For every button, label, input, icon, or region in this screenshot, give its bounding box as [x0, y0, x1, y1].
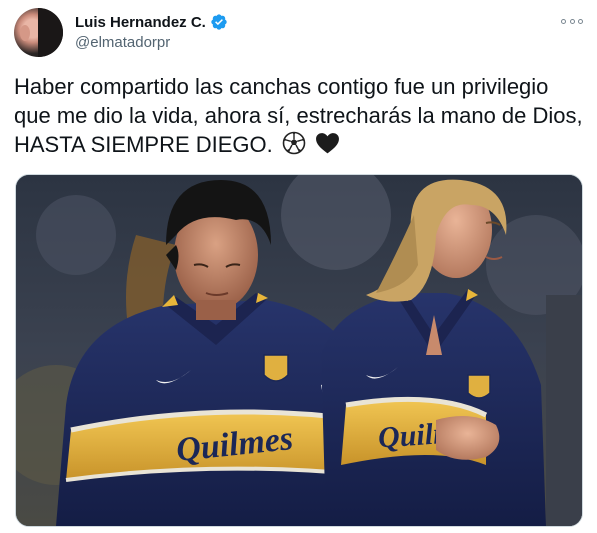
soccer-ball-icon — [282, 131, 306, 155]
more-dot-icon — [561, 18, 566, 24]
tweet-photo[interactable]: Quilmes Quilmes — [15, 174, 583, 527]
more-dot-icon — [569, 18, 575, 24]
author-handle[interactable]: @elmatadorpr — [75, 34, 170, 51]
author-name-row[interactable]: Luis Hernandez C. — [75, 13, 228, 31]
avatar-shadow — [38, 8, 63, 57]
avatar[interactable] — [14, 8, 63, 57]
tweet-card[interactable]: Luis Hernandez C. @elmatadorpr Haber com… — [0, 0, 597, 533]
verified-badge-icon — [211, 14, 227, 30]
black-heart-icon — [316, 133, 339, 154]
photo-illustration: Quilmes Quilmes — [16, 175, 582, 526]
avatar-ear — [20, 25, 30, 41]
more-options-button[interactable] — [561, 14, 583, 28]
display-name[interactable]: Luis Hernandez C. — [75, 14, 206, 31]
more-dot-icon — [578, 18, 583, 24]
tweet-text-block: Haber compartido las canchas contigo fue… — [14, 72, 589, 159]
